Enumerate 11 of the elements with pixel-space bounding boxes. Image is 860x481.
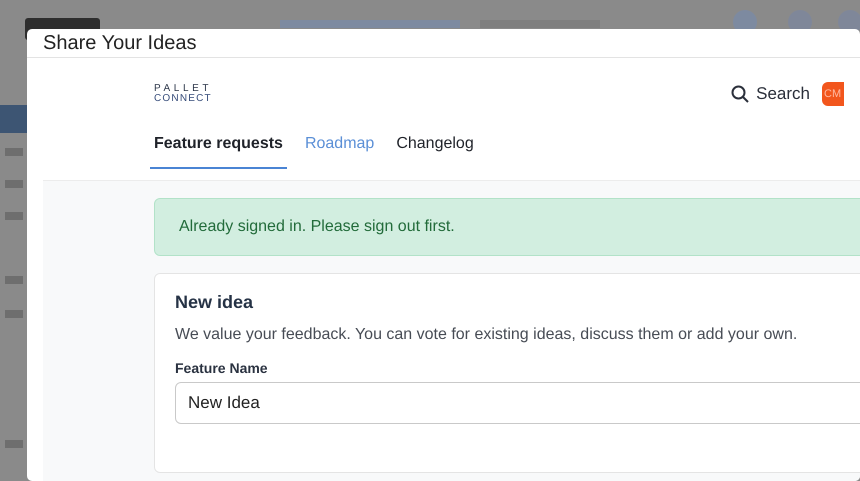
logo[interactable]: PALLET CONNECT (154, 84, 212, 104)
card-description: We value your feedback. You can vote for existing ideas, discuss them or add your own. (175, 326, 798, 344)
search-icon (731, 84, 750, 102)
card-title: New idea (175, 292, 254, 313)
feature-name-field[interactable]: New Idea (175, 382, 860, 424)
tab[interactable]: Feature requests (150, 131, 287, 169)
alert-message: Already signed in. Please sign out first. (179, 218, 455, 236)
field-label: Feature Name (175, 360, 269, 376)
dialog-title: Share Your Ideas (43, 32, 196, 54)
tab[interactable]: Changelog (392, 131, 478, 169)
search-button[interactable]: Search (731, 84, 810, 104)
